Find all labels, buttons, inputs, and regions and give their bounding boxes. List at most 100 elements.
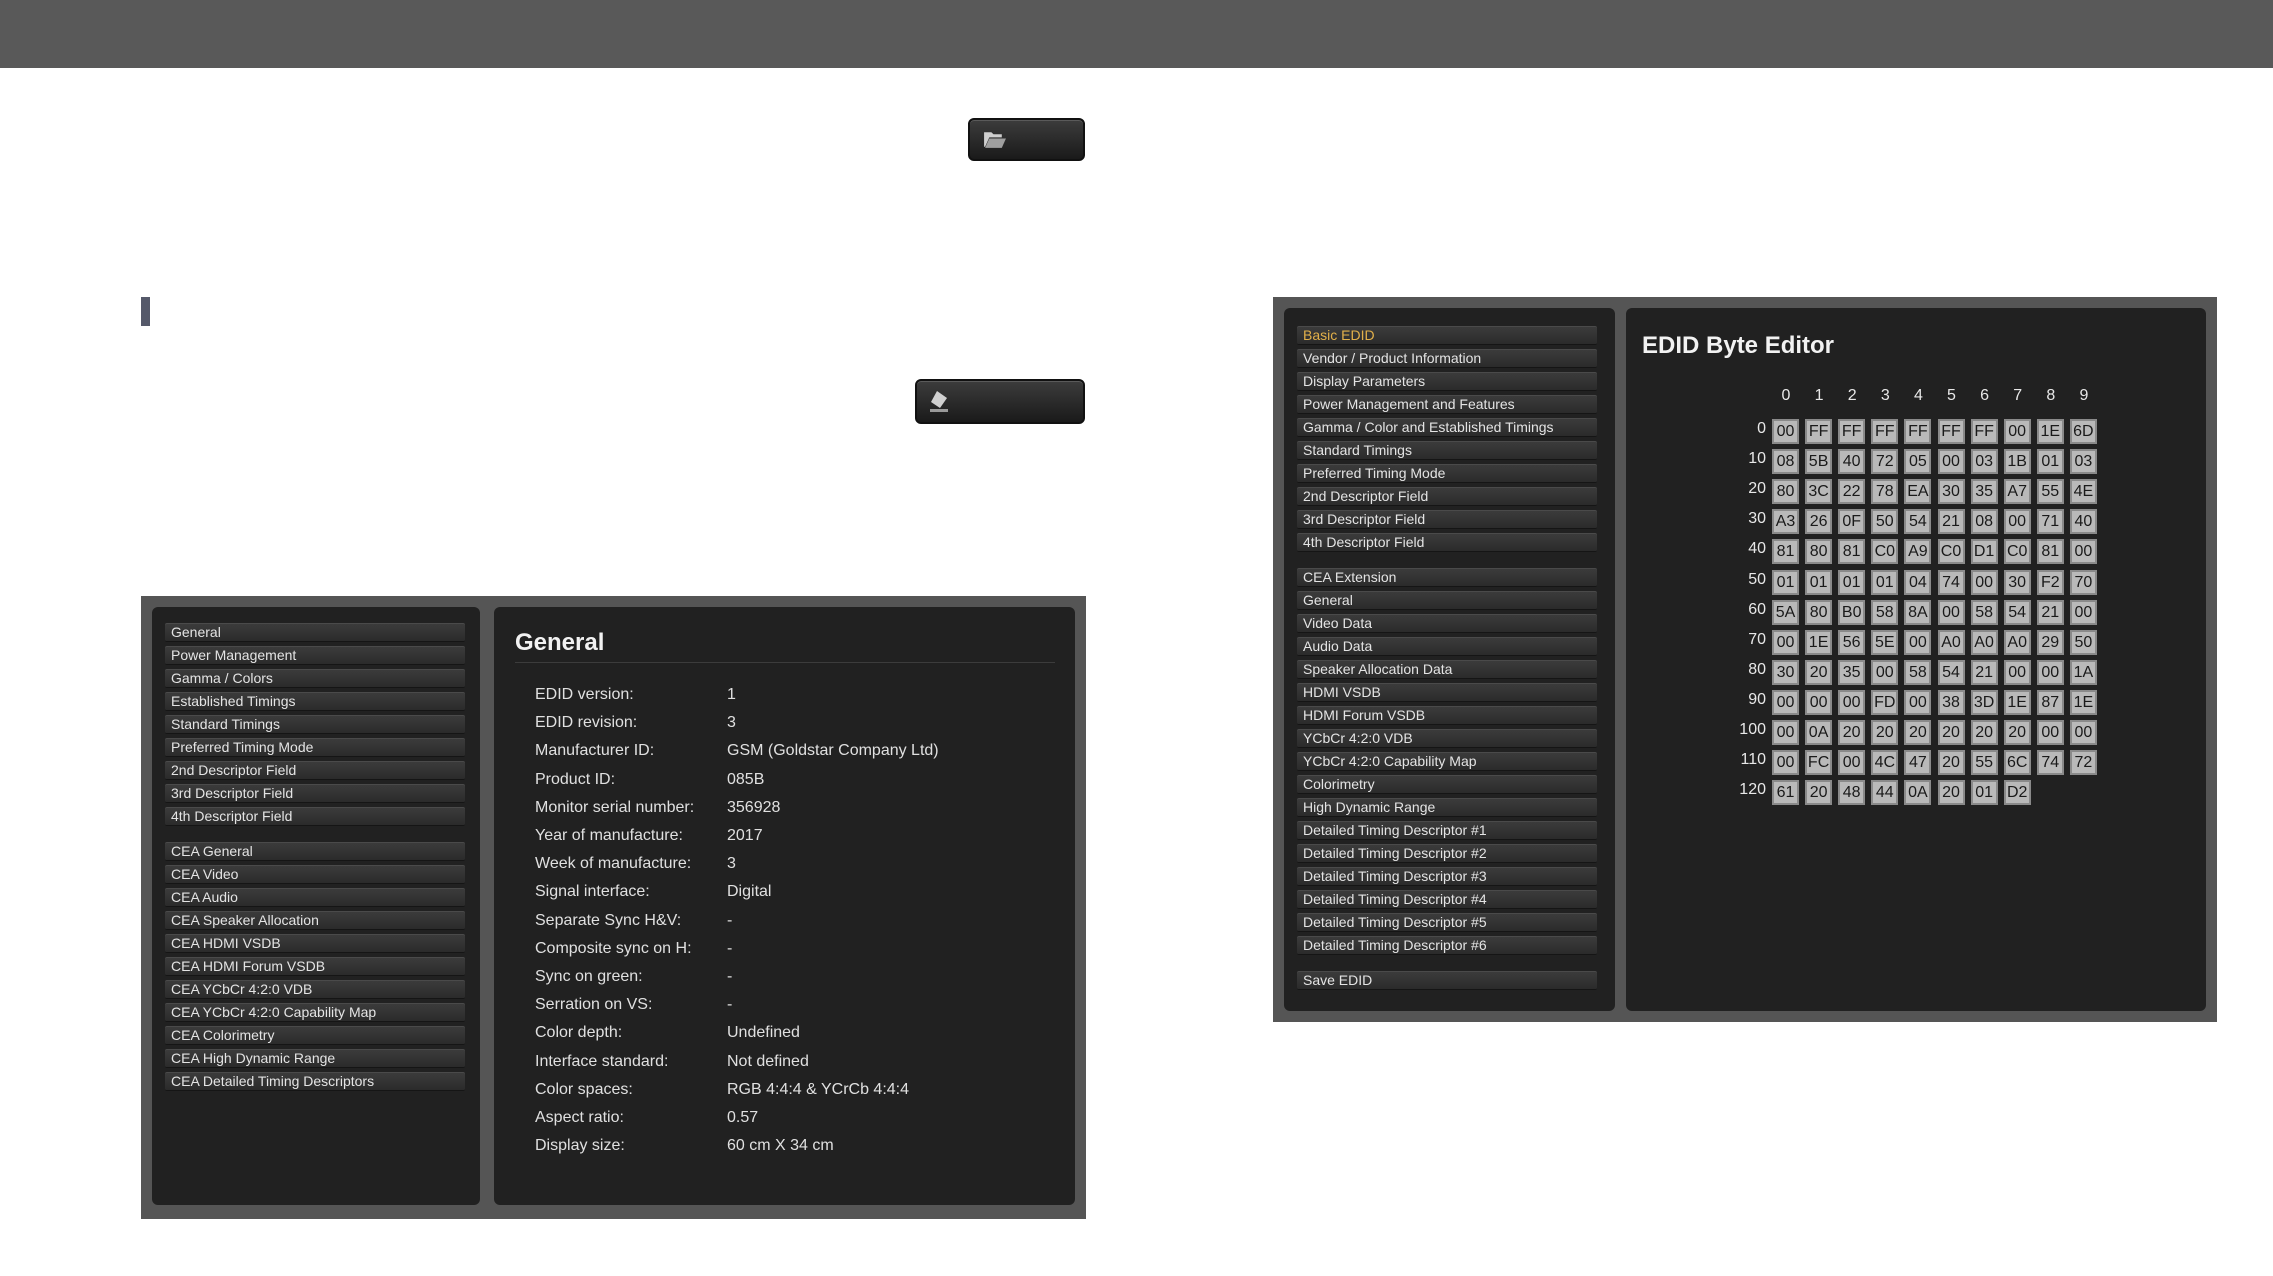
nav-item-cea-hdmi-vsdb[interactable]: CEA HDMI VSDB <box>165 934 465 953</box>
byte-cell[interactable]: 0A <box>1904 780 1932 806</box>
nav-item-2nd-descriptor-field[interactable]: 2nd Descriptor Field <box>165 761 465 780</box>
byte-cell[interactable]: 54 <box>1937 659 1965 685</box>
byte-cell[interactable]: 00 <box>2003 509 2031 535</box>
nav-item-cea-audio[interactable]: CEA Audio <box>165 888 465 907</box>
byte-cell[interactable]: 00 <box>2036 659 2064 685</box>
byte-cell[interactable]: EA <box>1904 479 1932 505</box>
byte-cell[interactable]: 01 <box>1772 569 1799 595</box>
nav-item-ycbcr-4-2-0-capability-map[interactable]: YCbCr 4:2:0 Capability Map <box>1297 752 1597 771</box>
byte-cell[interactable]: 20 <box>1904 720 1932 745</box>
byte-cell[interactable]: 00 <box>1805 689 1833 715</box>
byte-cell[interactable]: 80 <box>1805 599 1833 625</box>
byte-cell[interactable]: D2 <box>2003 780 2031 806</box>
byte-cell[interactable]: 03 <box>2069 449 2097 475</box>
nav-item-detailed-timing-descriptor-6[interactable]: Detailed Timing Descriptor #6 <box>1297 936 1597 955</box>
byte-cell[interactable]: 00 <box>1904 629 1932 655</box>
byte-cell[interactable]: 20 <box>1838 720 1866 745</box>
byte-cell[interactable]: D1 <box>1970 539 1998 565</box>
nav-item-general[interactable]: General <box>1297 591 1597 610</box>
nav-item-hdmi-vsdb[interactable]: HDMI VSDB <box>1297 683 1597 702</box>
byte-cell[interactable]: 08 <box>1970 509 1998 535</box>
byte-cell[interactable]: 1B <box>2003 449 2031 475</box>
byte-cell[interactable]: 5E <box>1871 629 1899 655</box>
byte-cell[interactable]: 01 <box>1805 569 1833 595</box>
byte-cell[interactable]: 6C <box>2003 750 2031 776</box>
byte-cell[interactable]: 40 <box>1838 449 1866 475</box>
nav-item-standard-timings[interactable]: Standard Timings <box>165 715 465 734</box>
byte-cell[interactable]: 38 <box>1937 689 1965 715</box>
byte-cell[interactable]: 00 <box>1772 720 1799 745</box>
byte-cell[interactable]: 29 <box>2036 629 2064 655</box>
byte-cell[interactable]: 00 <box>1838 689 1866 715</box>
byte-cell[interactable]: 8A <box>1904 599 1932 625</box>
byte-cell[interactable]: C0 <box>1871 539 1899 565</box>
nav-item-detailed-timing-descriptor-2[interactable]: Detailed Timing Descriptor #2 <box>1297 844 1597 863</box>
nav-item-cea-ycbcr-4-2-0-capability-map[interactable]: CEA YCbCr 4:2:0 Capability Map <box>165 1003 465 1022</box>
nav-item-preferred-timing-mode[interactable]: Preferred Timing Mode <box>165 738 465 757</box>
byte-cell[interactable]: 1A <box>2069 659 2097 685</box>
nav-item-4th-descriptor-field[interactable]: 4th Descriptor Field <box>165 807 465 826</box>
byte-cell[interactable]: 26 <box>1805 509 1833 535</box>
byte-cell[interactable]: 00 <box>2003 659 2031 685</box>
nav-item-cea-colorimetry[interactable]: CEA Colorimetry <box>165 1026 465 1045</box>
byte-cell[interactable]: 08 <box>1772 449 1799 475</box>
nav-item-gamma-colors[interactable]: Gamma / Colors <box>165 669 465 688</box>
byte-cell[interactable]: FC <box>1805 750 1833 776</box>
byte-cell[interactable]: A7 <box>2003 479 2031 505</box>
byte-cell[interactable]: A0 <box>1970 629 1998 655</box>
byte-cell[interactable]: 00 <box>2069 599 2097 625</box>
byte-cell[interactable]: 1E <box>2003 689 2031 715</box>
open-file-button[interactable] <box>968 118 1085 161</box>
byte-cell[interactable]: 81 <box>1772 539 1799 565</box>
byte-cell[interactable]: FD <box>1871 689 1899 715</box>
byte-cell[interactable]: 4C <box>1871 750 1899 776</box>
byte-cell[interactable]: 21 <box>1937 509 1965 535</box>
nav-item-cea-ycbcr-4-2-0-vdb[interactable]: CEA YCbCr 4:2:0 VDB <box>165 980 465 999</box>
clear-button[interactable] <box>915 379 1085 424</box>
nav-item-detailed-timing-descriptor-1[interactable]: Detailed Timing Descriptor #1 <box>1297 821 1597 840</box>
byte-cell[interactable]: 0F <box>1838 509 1866 535</box>
byte-cell[interactable]: 74 <box>2036 750 2064 776</box>
byte-cell[interactable]: 00 <box>1871 659 1899 685</box>
byte-cell[interactable]: FF <box>1970 419 1998 444</box>
byte-cell[interactable]: F2 <box>2036 569 2064 595</box>
nav-item-cea-speaker-allocation[interactable]: CEA Speaker Allocation <box>165 911 465 930</box>
nav-item-cea-video[interactable]: CEA Video <box>165 865 465 884</box>
byte-cell[interactable]: 54 <box>1904 509 1932 535</box>
byte-cell[interactable]: 20 <box>1871 720 1899 745</box>
byte-cell[interactable]: 00 <box>2069 539 2097 565</box>
nav-item-cea-detailed-timing-descriptors[interactable]: CEA Detailed Timing Descriptors <box>165 1072 465 1091</box>
byte-cell[interactable]: 00 <box>2069 720 2097 745</box>
byte-cell[interactable]: 3C <box>1805 479 1833 505</box>
byte-cell[interactable]: 00 <box>1970 569 1998 595</box>
byte-cell[interactable]: 20 <box>1937 750 1965 776</box>
byte-cell[interactable]: 81 <box>2036 539 2064 565</box>
byte-cell[interactable]: B0 <box>1838 599 1866 625</box>
byte-cell[interactable]: FF <box>1937 419 1965 444</box>
byte-cell[interactable]: 50 <box>2069 629 2097 655</box>
byte-cell[interactable]: 00 <box>1772 689 1799 715</box>
byte-cell[interactable]: 21 <box>2036 599 2064 625</box>
byte-cell[interactable]: 01 <box>1871 569 1899 595</box>
byte-cell[interactable]: 30 <box>1937 479 1965 505</box>
byte-cell[interactable]: 30 <box>2003 569 2031 595</box>
byte-cell[interactable]: 20 <box>2003 720 2031 745</box>
byte-cell[interactable]: 58 <box>1970 599 1998 625</box>
byte-cell[interactable]: 30 <box>1772 659 1799 685</box>
byte-cell[interactable]: 35 <box>1970 479 1998 505</box>
nav-item-video-data[interactable]: Video Data <box>1297 614 1597 633</box>
byte-cell[interactable]: 87 <box>2036 689 2064 715</box>
nav-item-ycbcr-4-2-0-vdb[interactable]: YCbCr 4:2:0 VDB <box>1297 729 1597 748</box>
byte-cell[interactable]: 58 <box>1904 659 1932 685</box>
byte-cell[interactable]: 22 <box>1838 479 1866 505</box>
byte-cell[interactable]: A3 <box>1772 509 1799 535</box>
byte-cell[interactable]: 00 <box>1937 449 1965 475</box>
byte-cell[interactable]: 0A <box>1805 720 1833 745</box>
byte-cell[interactable]: 04 <box>1904 569 1932 595</box>
byte-cell[interactable]: 00 <box>1838 750 1866 776</box>
byte-cell[interactable]: 47 <box>1904 750 1932 776</box>
nav-item-detailed-timing-descriptor-5[interactable]: Detailed Timing Descriptor #5 <box>1297 913 1597 932</box>
byte-cell[interactable]: 01 <box>1838 569 1866 595</box>
byte-cell[interactable]: 72 <box>1871 449 1899 475</box>
byte-cell[interactable]: 50 <box>1871 509 1899 535</box>
